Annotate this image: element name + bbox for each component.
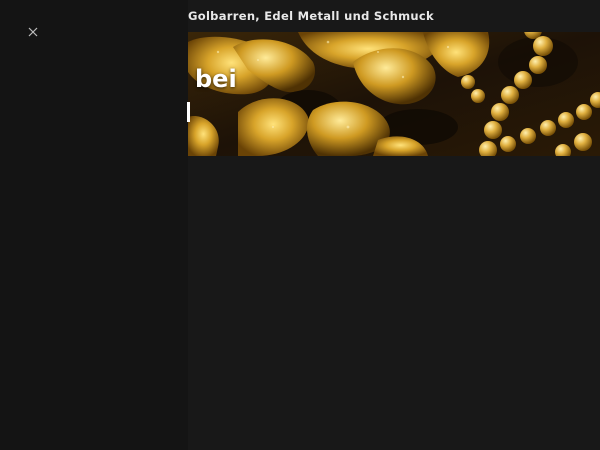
hero-heading: bei [195, 65, 237, 93]
gold-jewelry-image [188, 32, 600, 156]
side-drawer [0, 0, 188, 450]
hero-banner [188, 32, 600, 156]
close-icon [28, 27, 38, 37]
close-drawer-button[interactable] [24, 23, 42, 41]
page: Golbarren, Edel Metall und Schmuck bei [0, 0, 600, 450]
site-title[interactable]: Golbarren, Edel Metall und Schmuck [188, 8, 434, 24]
text-cursor [187, 102, 190, 122]
